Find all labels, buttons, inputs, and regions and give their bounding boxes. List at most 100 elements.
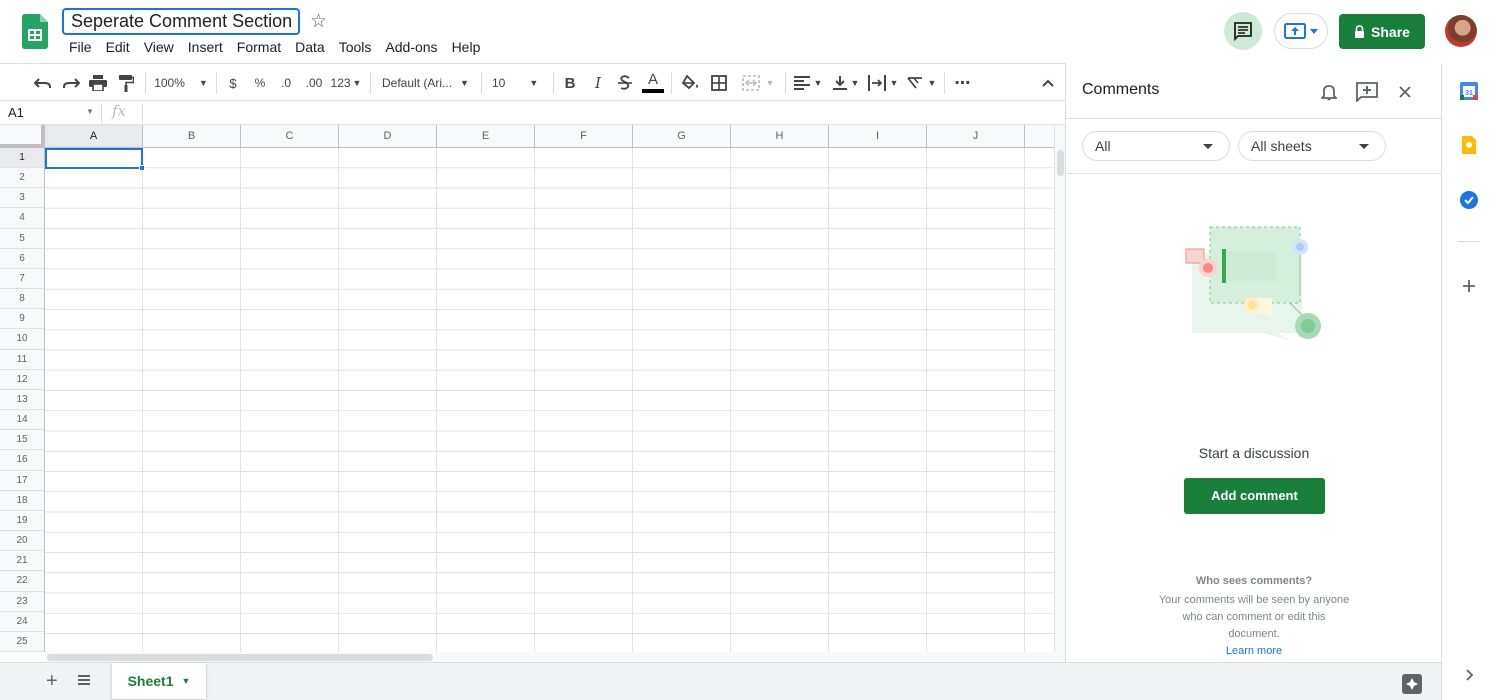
column-header[interactable]: E: [437, 125, 535, 148]
row-header[interactable]: 6: [0, 248, 45, 269]
currency-button[interactable]: $: [223, 72, 243, 94]
column-header[interactable]: H: [731, 125, 829, 148]
row-header[interactable]: 10: [0, 329, 45, 350]
zoom-select[interactable]: 100% ▼: [152, 72, 210, 94]
menu-edit[interactable]: Edit: [99, 38, 137, 58]
calendar-icon[interactable]: 31: [1460, 82, 1478, 100]
sheet-tab-menu-icon[interactable]: ▼: [182, 676, 191, 686]
row-header[interactable]: 1: [0, 148, 45, 169]
column-header[interactable]: D: [339, 125, 437, 148]
all-sheets-icon[interactable]: [76, 673, 92, 687]
add-comment-icon[interactable]: [1356, 81, 1378, 103]
paint-format-icon[interactable]: [115, 72, 137, 94]
menu-insert[interactable]: Insert: [181, 38, 230, 58]
row-header[interactable]: 16: [0, 450, 45, 471]
valign-icon[interactable]: ▼: [830, 72, 862, 94]
wrap-icon[interactable]: ▼: [866, 72, 900, 94]
add-sheet-icon[interactable]: +: [46, 671, 58, 691]
open-comments-button[interactable]: [1224, 12, 1262, 50]
row-header[interactable]: 11: [0, 349, 45, 370]
menu-addons[interactable]: Add-ons: [378, 38, 444, 58]
name-box[interactable]: A1: [8, 105, 24, 120]
comment-filter-select[interactable]: All: [1082, 131, 1230, 161]
increase-decimal-button[interactable]: .00: [302, 72, 326, 94]
print-icon[interactable]: [87, 72, 109, 94]
decrease-decimal-button[interactable]: .0: [276, 72, 296, 94]
rotate-icon[interactable]: ▼: [904, 72, 938, 94]
row-header[interactable]: 4: [0, 208, 45, 229]
menu-tools[interactable]: Tools: [332, 38, 379, 58]
row-header[interactable]: 14: [0, 410, 45, 431]
column-header[interactable]: [1025, 125, 1054, 148]
row-header[interactable]: 3: [0, 188, 45, 209]
sheet-tab[interactable]: Sheet1 ▼: [112, 663, 206, 699]
column-header[interactable]: F: [535, 125, 633, 148]
menu-format[interactable]: Format: [230, 38, 288, 58]
row-header[interactable]: 13: [0, 389, 45, 411]
learn-more-link[interactable]: Learn more: [1066, 645, 1442, 657]
chevron-right-icon[interactable]: [1460, 666, 1478, 684]
row-header[interactable]: 19: [0, 510, 45, 532]
row-header[interactable]: 22: [0, 571, 45, 592]
add-comment-button[interactable]: Add comment: [1184, 478, 1325, 514]
more-icon[interactable]: ⋯: [952, 72, 974, 94]
align-icon[interactable]: ▼: [792, 72, 824, 94]
row-header[interactable]: 2: [0, 168, 45, 189]
fill-color-icon[interactable]: [680, 72, 702, 94]
italic-button[interactable]: I: [588, 72, 608, 94]
avatar[interactable]: [1445, 15, 1477, 47]
share-button[interactable]: Share: [1339, 14, 1425, 49]
name-box-dropdown-icon[interactable]: ▼: [86, 107, 94, 116]
column-header[interactable]: B: [143, 125, 241, 148]
cell-area[interactable]: [45, 148, 1054, 652]
plus-icon[interactable]: [1460, 277, 1478, 295]
row-header[interactable]: 20: [0, 531, 45, 552]
column-header[interactable]: A: [45, 125, 143, 148]
fill-handle[interactable]: [139, 165, 145, 171]
star-icon[interactable]: ☆: [310, 10, 327, 33]
horizontal-scroll-thumb[interactable]: [47, 654, 433, 661]
vertical-scroll-thumb[interactable]: [1057, 150, 1064, 176]
present-button[interactable]: [1274, 13, 1328, 49]
formula-input[interactable]: [142, 104, 1042, 122]
menu-view[interactable]: View: [137, 38, 181, 58]
row-header[interactable]: 9: [0, 309, 45, 330]
close-icon[interactable]: [1394, 81, 1416, 103]
horizontal-scrollbar[interactable]: [45, 652, 1065, 662]
row-header[interactable]: 21: [0, 551, 45, 572]
column-header[interactable]: G: [633, 125, 731, 148]
bell-icon[interactable]: [1318, 81, 1340, 103]
row-header[interactable]: 5: [0, 228, 45, 249]
text-color-button[interactable]: A: [642, 72, 664, 94]
vertical-scrollbar[interactable]: [1054, 125, 1065, 652]
bold-button[interactable]: B: [560, 72, 580, 94]
row-header[interactable]: 25: [0, 631, 45, 652]
row-header[interactable]: 12: [0, 369, 45, 390]
comment-scope-select[interactable]: All sheets: [1238, 131, 1386, 161]
row-header[interactable]: 18: [0, 490, 45, 511]
menu-help[interactable]: Help: [445, 38, 488, 58]
column-header[interactable]: C: [241, 125, 339, 148]
row-header[interactable]: 7: [0, 268, 45, 290]
document-title-input[interactable]: Seperate Comment Section: [62, 8, 300, 35]
more-formats-button[interactable]: 123 ▼: [330, 72, 362, 94]
row-header[interactable]: 15: [0, 430, 45, 451]
row-header[interactable]: 8: [0, 289, 45, 310]
tasks-icon[interactable]: [1460, 191, 1478, 209]
column-header[interactable]: I: [829, 125, 927, 148]
explore-icon[interactable]: [1402, 674, 1422, 694]
redo-icon[interactable]: [60, 72, 82, 94]
undo-icon[interactable]: [32, 72, 54, 94]
collapse-icon[interactable]: [1038, 72, 1058, 94]
menu-data[interactable]: Data: [288, 38, 332, 58]
row-header[interactable]: 24: [0, 611, 45, 632]
select-all-corner[interactable]: [0, 125, 45, 148]
menu-file[interactable]: File: [62, 38, 99, 58]
keep-icon[interactable]: [1460, 136, 1478, 154]
sheets-logo[interactable]: [22, 14, 48, 49]
percent-button[interactable]: %: [250, 72, 270, 94]
strikethrough-icon[interactable]: [615, 72, 635, 94]
font-family-select[interactable]: Default (Ari... ▼: [382, 72, 474, 94]
column-header[interactable]: J: [927, 125, 1025, 148]
row-header[interactable]: 23: [0, 591, 45, 612]
